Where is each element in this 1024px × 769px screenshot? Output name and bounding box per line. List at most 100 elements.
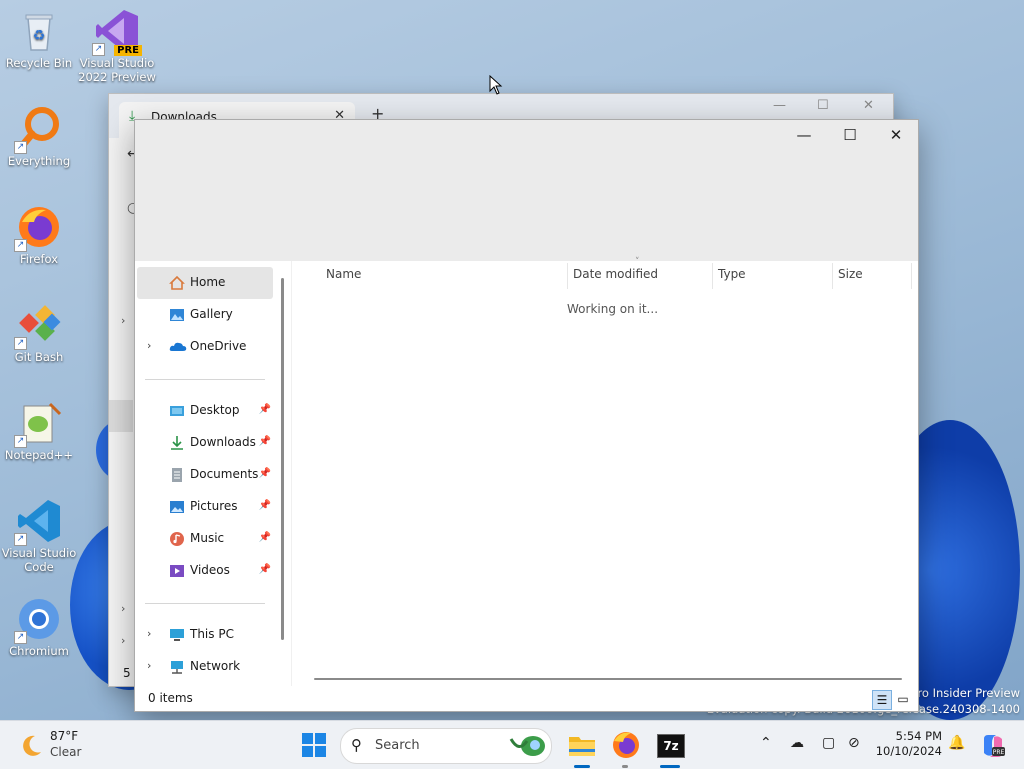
- weather-condition: Clear: [50, 745, 82, 759]
- nav-item-music[interactable]: Music 📌: [137, 523, 273, 555]
- moon-icon: [23, 735, 41, 756]
- home-icon: [169, 275, 185, 291]
- search-highlight-icon: [509, 736, 545, 756]
- expand-chevron-icon[interactable]: ›: [147, 627, 151, 640]
- this-pc-icon: [169, 627, 185, 643]
- explorer-window[interactable]: — ☐ ✕ Home Gallery › OneDrive Desktop 📌 …: [134, 119, 919, 712]
- desktop-icon-firefox[interactable]: ↗ Firefox: [0, 204, 78, 266]
- back-maximize-button[interactable]: ☐: [817, 98, 829, 113]
- desktop-icon-git-bash[interactable]: ↗ Git Bash: [0, 302, 78, 364]
- tiles-view-button[interactable]: ▭: [894, 690, 912, 708]
- videos-icon: [169, 563, 185, 579]
- column-divider[interactable]: [712, 263, 713, 289]
- column-header-size[interactable]: Size: [838, 267, 863, 281]
- pin-icon[interactable]: 📌: [259, 436, 271, 447]
- pin-icon[interactable]: 📌: [259, 468, 271, 479]
- cloud-offline-icon[interactable]: ☁: [790, 735, 804, 751]
- column-divider[interactable]: [911, 263, 912, 289]
- nav-item-pictures[interactable]: Pictures 📌: [137, 491, 273, 523]
- column-header-name[interactable]: Name: [326, 267, 361, 281]
- show-hidden-icons-chevron[interactable]: ⌃: [760, 735, 772, 751]
- nav-item-desktop[interactable]: Desktop 📌: [137, 395, 273, 427]
- details-view-button[interactable]: ☰: [872, 690, 892, 710]
- nav-item-onedrive[interactable]: › OneDrive: [137, 331, 273, 363]
- mouse-cursor-icon: [489, 75, 503, 95]
- onedrive-icon: [169, 339, 187, 355]
- nav-item-this-pc[interactable]: › This PC: [137, 619, 273, 651]
- item-count: 0 items: [148, 691, 193, 705]
- watermark-line-1: Pro Insider Preview: [910, 686, 1020, 700]
- shortcut-arrow-icon: ↗: [14, 141, 27, 154]
- desktop-icon-everything[interactable]: ↗ Everything: [0, 106, 78, 168]
- taskbar-7zip[interactable]: 7z: [654, 729, 686, 761]
- copilot-icon[interactable]: PRE: [980, 733, 1006, 759]
- expand-chevron-icon[interactable]: ›: [147, 659, 151, 672]
- firefox-icon: [613, 732, 639, 758]
- back-expand-chevron-icon[interactable]: ›: [121, 602, 125, 615]
- nav-separator: [145, 603, 265, 604]
- desktop-icon-notepad-plus-plus[interactable]: ↗ Notepad++: [0, 400, 78, 462]
- shortcut-arrow-icon: ↗: [92, 43, 105, 56]
- file-list[interactable]: Name Date modified ˅ Type Size Working o…: [291, 257, 918, 686]
- notepad-plus-plus-icon: ↗: [14, 400, 62, 448]
- 7zip-icon: 7z: [657, 734, 685, 758]
- display-icon[interactable]: ▢: [822, 735, 835, 751]
- close-button[interactable]: ✕: [873, 120, 918, 150]
- title-bar[interactable]: — ☐ ✕: [135, 120, 918, 261]
- nav-item-documents[interactable]: Documents 📌: [137, 459, 273, 491]
- nav-item-gallery[interactable]: Gallery: [137, 299, 273, 331]
- pin-icon[interactable]: 📌: [259, 564, 271, 575]
- everything-search-icon: ↗: [14, 106, 62, 154]
- file-explorer-icon: [569, 737, 595, 756]
- clock-date: 10/10/2024: [875, 744, 942, 758]
- nav-scrollbar[interactable]: [281, 278, 284, 640]
- weather-temp: 87°F: [50, 729, 79, 743]
- column-header-type[interactable]: Type: [718, 267, 746, 281]
- gallery-icon: [169, 307, 185, 323]
- documents-icon: [169, 467, 185, 483]
- taskbar: 87°F Clear ⚲ Search 7z ⌃ ☁ ▢ ⊘ 5:54 PM 1…: [0, 720, 1024, 769]
- nav-item-home[interactable]: Home: [137, 267, 273, 299]
- status-bar: 0 items ☰ ▭: [135, 686, 918, 711]
- desktop-icon-visual-studio[interactable]: PRE ↗ Visual Studio 2022 Preview: [78, 8, 156, 84]
- pin-icon[interactable]: 📌: [259, 532, 271, 543]
- column-divider[interactable]: [567, 263, 568, 289]
- back-selected-item: [109, 400, 133, 432]
- desktop-icon-vscode[interactable]: ↗ Visual Studio Code: [0, 498, 78, 574]
- nav-item-videos[interactable]: Videos 📌: [137, 555, 273, 587]
- desktop-icon-chromium[interactable]: ↗ Chromium: [0, 596, 78, 658]
- shortcut-arrow-icon: ↗: [14, 631, 27, 644]
- back-close-button[interactable]: ✕: [863, 98, 874, 113]
- nav-item-downloads[interactable]: Downloads 📌: [137, 427, 273, 459]
- expand-chevron-icon[interactable]: ›: [147, 339, 151, 352]
- windows-logo-icon: [302, 733, 326, 757]
- start-button[interactable]: [298, 729, 330, 761]
- pin-icon[interactable]: 📌: [259, 500, 271, 511]
- shortcut-arrow-icon: ↗: [14, 239, 27, 252]
- search-icon: ⚲: [351, 736, 362, 754]
- horizontal-scrollbar[interactable]: [314, 678, 902, 680]
- shortcut-arrow-icon: ↗: [14, 337, 27, 350]
- column-divider[interactable]: [832, 263, 833, 289]
- notification-bell-icon[interactable]: 🔔: [948, 735, 965, 751]
- navigation-pane: Home Gallery › OneDrive Desktop 📌 Downlo…: [135, 261, 291, 686]
- minimize-button[interactable]: —: [781, 120, 827, 150]
- pictures-icon: [169, 499, 185, 515]
- network-status-icon[interactable]: ⊘: [848, 735, 860, 751]
- system-clock[interactable]: 5:54 PM 10/10/2024: [872, 729, 942, 759]
- back-minimize-button[interactable]: —: [773, 98, 786, 113]
- column-header-date-modified[interactable]: Date modified: [573, 267, 658, 281]
- back-expand-chevron-icon[interactable]: ›: [121, 634, 125, 647]
- back-expand-chevron-icon[interactable]: ›: [121, 314, 125, 327]
- taskbar-search[interactable]: ⚲ Search: [340, 728, 552, 764]
- nav-item-network[interactable]: › Network: [137, 651, 273, 683]
- taskbar-file-explorer[interactable]: [566, 729, 598, 761]
- pin-icon[interactable]: 📌: [259, 404, 271, 415]
- recycle-bin-icon: ♻: [16, 8, 62, 54]
- clock-time: 5:54 PM: [895, 729, 942, 743]
- downloads-icon: [169, 435, 185, 451]
- taskbar-firefox[interactable]: [610, 729, 642, 761]
- preview-badge: PRE: [114, 45, 142, 56]
- desktop-icon-recycle-bin[interactable]: ♻ Recycle Bin: [0, 8, 78, 70]
- maximize-button[interactable]: ☐: [827, 120, 873, 150]
